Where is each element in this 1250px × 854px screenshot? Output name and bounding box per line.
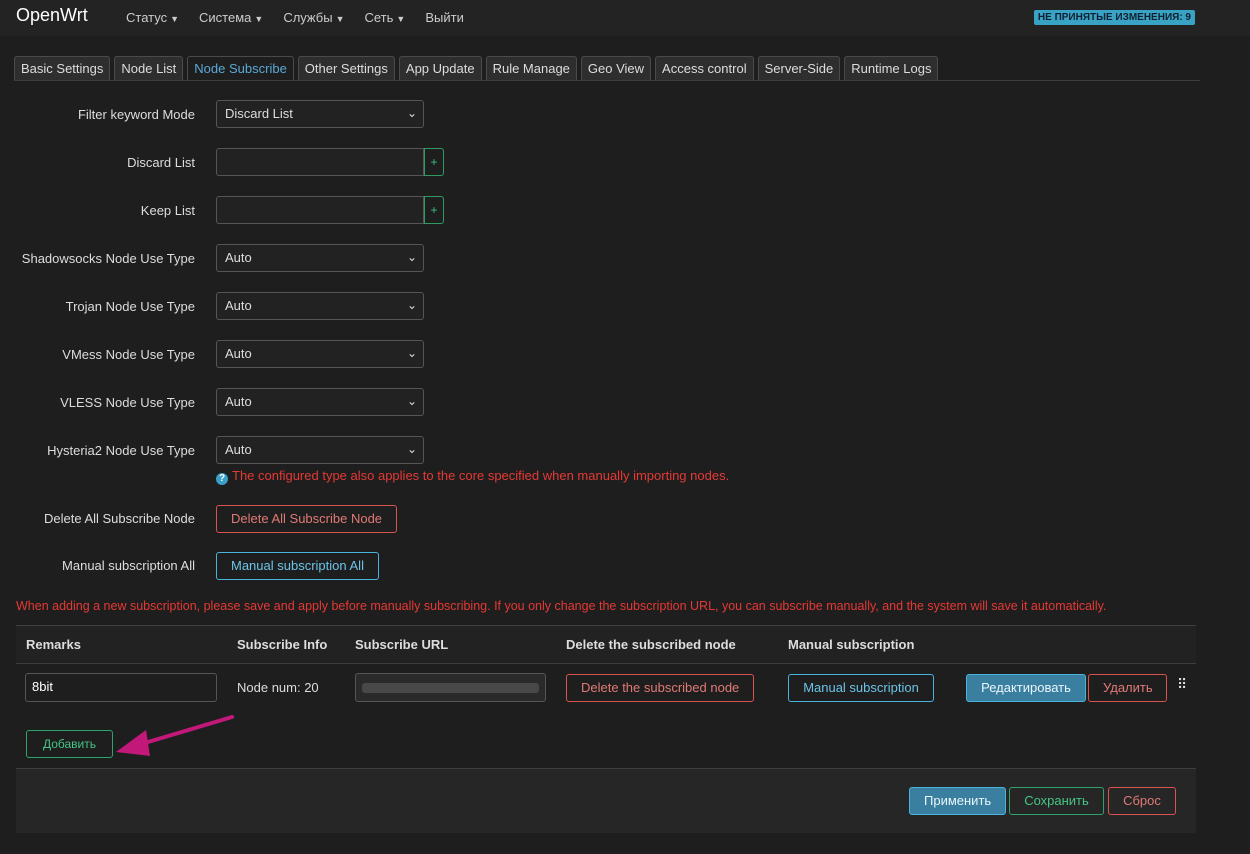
brand-logo[interactable]: OpenWrt bbox=[16, 5, 88, 26]
hysteria2-type-value: Auto bbox=[225, 442, 252, 457]
filter-mode-select[interactable]: Discard List ⌄ bbox=[216, 100, 424, 128]
delete-subscribed-node-button[interactable]: Delete the subscribed node bbox=[566, 674, 754, 702]
keep-list-add-button[interactable]: + bbox=[424, 196, 444, 224]
header-subscribe-info: Subscribe Info bbox=[237, 637, 328, 652]
blurred-url bbox=[362, 683, 539, 693]
menu-network-label: Сеть bbox=[364, 10, 394, 25]
chevron-down-icon: ⌄ bbox=[406, 298, 417, 312]
keep-list-label: Keep List bbox=[140, 203, 195, 218]
discard-list-label: Discard List bbox=[127, 155, 195, 170]
remarks-input[interactable]: 8bit bbox=[25, 673, 217, 702]
trojan-type-select[interactable]: Auto ⌄ bbox=[216, 292, 424, 320]
menu-system[interactable]: Система ▼ bbox=[199, 10, 263, 25]
chevron-down-icon: ⌄ bbox=[406, 442, 417, 456]
tab-access-control[interactable]: Access control bbox=[655, 56, 754, 80]
trojan-type-label: Trojan Node Use Type bbox=[65, 299, 195, 314]
discard-list-add-button[interactable]: + bbox=[424, 148, 444, 176]
unsaved-changes-badge[interactable]: НЕ ПРИНЯТЫЕ ИЗМЕНЕНИЯ: 9 bbox=[1033, 10, 1195, 25]
top-navbar: OpenWrt Статус ▼ Система ▼ Службы ▼ Сеть ▼ В… bbox=[0, 0, 1250, 36]
shadowsocks-type-select[interactable]: Auto ⌄ bbox=[216, 244, 424, 272]
add-button[interactable]: Добавить bbox=[26, 730, 113, 758]
reset-button[interactable]: Сброс bbox=[1108, 787, 1176, 815]
header-subscribe-url: Subscribe URL bbox=[355, 637, 449, 652]
filter-mode-label: Filter keyword Mode bbox=[77, 107, 195, 122]
chevron-down-icon: ⌄ bbox=[406, 394, 417, 408]
menu-status[interactable]: Статус ▼ bbox=[126, 10, 179, 25]
chevron-down-icon: ⌄ bbox=[406, 250, 417, 264]
discard-list-input[interactable] bbox=[216, 148, 424, 176]
menu-services[interactable]: Службы ▼ bbox=[283, 10, 344, 25]
delete-all-subscribe-button[interactable]: Delete All Subscribe Node bbox=[216, 505, 398, 533]
type-hint-text: The configured type also applies to the … bbox=[232, 468, 730, 483]
chevron-down-icon: ▼ bbox=[254, 14, 264, 24]
menu-logout-label: Выйти bbox=[425, 10, 464, 25]
drag-handle-icon[interactable]: ⠿ bbox=[1177, 677, 1187, 691]
vmess-type-value: Auto bbox=[225, 346, 252, 361]
chevron-down-icon: ⌄ bbox=[406, 106, 417, 120]
chevron-down-icon: ▼ bbox=[335, 14, 345, 24]
tab-geo-view[interactable]: Geo View bbox=[580, 56, 652, 80]
menu-status-label: Статус bbox=[126, 10, 168, 25]
tab-app-update[interactable]: App Update bbox=[398, 56, 482, 80]
shadowsocks-type-value: Auto bbox=[225, 250, 252, 265]
tab-divider bbox=[14, 80, 1200, 81]
keep-list-input[interactable] bbox=[216, 196, 424, 224]
tab-basic-settings[interactable]: Basic Settings bbox=[14, 56, 111, 80]
type-hint: ? The configured type also applies to the… bbox=[216, 468, 729, 485]
tab-rule-manage[interactable]: Rule Manage bbox=[485, 56, 577, 80]
menu-system-label: Система bbox=[199, 10, 252, 25]
form-footer: Применить Сохранить Сброс bbox=[16, 768, 1196, 833]
shadowsocks-type-label: Shadowsocks Node Use Type bbox=[21, 251, 195, 266]
menu-services-label: Службы bbox=[283, 10, 333, 25]
help-icon: ? bbox=[216, 473, 228, 485]
menu-logout[interactable]: Выйти bbox=[425, 10, 464, 25]
save-button[interactable]: Сохранить bbox=[1009, 787, 1104, 815]
subscribe-url-input[interactable] bbox=[355, 673, 546, 702]
delete-all-label: Delete All Subscribe Node bbox=[43, 511, 195, 526]
filter-mode-value: Discard List bbox=[225, 106, 293, 121]
vless-type-label: VLESS Node Use Type bbox=[60, 395, 195, 410]
edit-button[interactable]: Редактировать bbox=[966, 674, 1086, 702]
subscribe-info: Node num: 20 bbox=[237, 680, 319, 695]
tab-node-subscribe[interactable]: Node Subscribe bbox=[187, 56, 294, 80]
header-delete-subscribed: Delete the subscribed node bbox=[566, 637, 736, 652]
hysteria2-type-select[interactable]: Auto ⌄ bbox=[216, 436, 424, 464]
chevron-down-icon: ⌄ bbox=[406, 346, 417, 360]
chevron-down-icon: ▼ bbox=[396, 14, 406, 24]
vless-type-select[interactable]: Auto ⌄ bbox=[216, 388, 424, 416]
apply-button[interactable]: Применить bbox=[909, 787, 1006, 815]
tab-bar: Basic Settings Node List Node Subscribe … bbox=[14, 56, 942, 80]
tab-runtime-logs[interactable]: Runtime Logs bbox=[844, 56, 939, 80]
trojan-type-value: Auto bbox=[225, 298, 252, 313]
chevron-down-icon: ▼ bbox=[170, 14, 180, 24]
main-menu: Статус ▼ Система ▼ Службы ▼ Сеть ▼ Выйти bbox=[126, 10, 484, 25]
vmess-type-select[interactable]: Auto ⌄ bbox=[216, 340, 424, 368]
menu-network[interactable]: Сеть ▼ bbox=[365, 10, 406, 25]
manual-subscription-button[interactable]: Manual subscription bbox=[788, 674, 934, 702]
manual-subscription-all-button[interactable]: Manual subscription All bbox=[216, 552, 379, 580]
vless-type-value: Auto bbox=[225, 394, 252, 409]
hysteria2-type-label: Hysteria2 Node Use Type bbox=[47, 443, 195, 458]
header-manual-subscription: Manual subscription bbox=[788, 637, 915, 652]
vmess-type-label: VMess Node Use Type bbox=[62, 347, 195, 362]
table-header: Remarks Subscribe Info Subscribe URL Del… bbox=[16, 625, 1196, 664]
annotation-arrow-icon bbox=[116, 715, 234, 756]
subscription-warning: When adding a new subscription, please s… bbox=[16, 599, 1107, 613]
delete-row-button[interactable]: Удалить bbox=[1088, 674, 1167, 702]
tab-node-list[interactable]: Node List bbox=[114, 56, 184, 80]
tab-server-side[interactable]: Server-Side bbox=[757, 56, 841, 80]
header-remarks: Remarks bbox=[26, 637, 81, 652]
manual-all-label: Manual subscription All bbox=[62, 558, 195, 573]
tab-other-settings[interactable]: Other Settings bbox=[297, 56, 395, 80]
